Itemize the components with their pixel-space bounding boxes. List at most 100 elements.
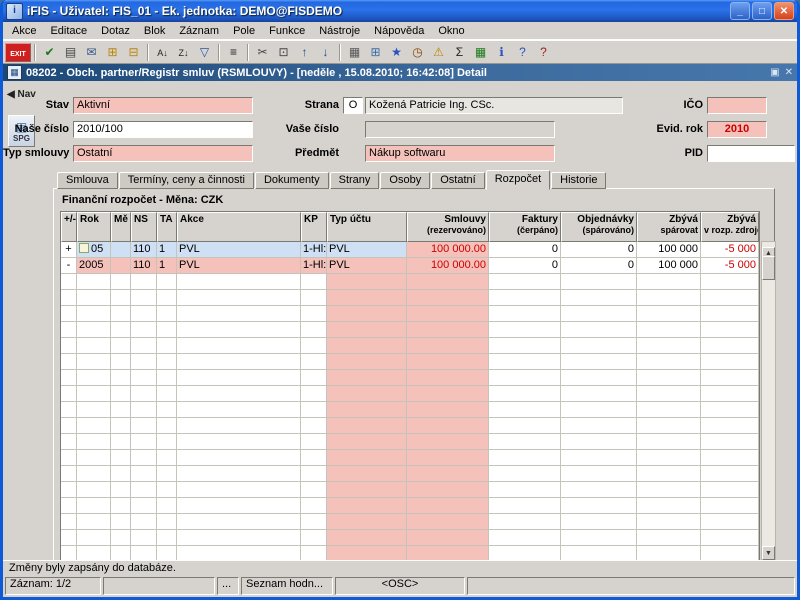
cell-ns[interactable]: 110	[131, 258, 157, 274]
menu-item-blok[interactable]: Blok	[137, 24, 172, 38]
toolbar-warning-button[interactable]: ⚠	[428, 42, 449, 62]
cell-smlouvy[interactable]: 100 000.00	[407, 258, 489, 274]
menu-item-dotaz[interactable]: Dotaz	[94, 24, 137, 38]
minimize-button[interactable]: _	[730, 2, 750, 20]
toolbar-list-button[interactable]: ≡	[223, 42, 244, 62]
cell-zbyva_zdroje[interactable]: -5 000	[701, 242, 759, 258]
tab-terminy-ceny-a-cinnosti[interactable]: Termíny, ceny a činnosti	[118, 172, 254, 189]
toolbar-sum-button[interactable]: Σ	[449, 42, 470, 62]
mdi-restore-icon[interactable]: ▣	[770, 65, 779, 80]
toolbar-help-button[interactable]: ?	[512, 42, 533, 62]
table-row	[61, 450, 759, 466]
menu-item-akce[interactable]: Akce	[5, 24, 43, 38]
cell-kp[interactable]: 1-Hl:	[301, 258, 327, 274]
tab-ostatni[interactable]: Ostatní	[431, 172, 485, 189]
cell-pm[interactable]: -	[61, 258, 77, 274]
window-titlebar[interactable]: i iFIS - Uživatel: FIS_01 - Ek. jednotka…	[3, 0, 797, 22]
cell-zbyva_sparovat[interactable]: 100 000	[637, 242, 701, 258]
predmet-field[interactable]: Nákup softwaru	[365, 145, 555, 162]
toolbar-prev-record-button[interactable]: ↑	[294, 42, 315, 62]
strana-name-field[interactable]: Kožená Patricie Ing. CSc.	[365, 97, 623, 114]
cell-zbyva_zdroje	[701, 322, 759, 338]
ico-field[interactable]	[707, 97, 767, 114]
pid-label: PID	[684, 147, 703, 159]
scrollbar-thumb[interactable]	[762, 256, 775, 280]
toolbar-folder-docs-button[interactable]: ⊟	[123, 42, 144, 62]
cell-ns[interactable]: 110	[131, 242, 157, 258]
toolbar-excel-button[interactable]: ▦	[470, 42, 491, 62]
cell-typ	[327, 386, 407, 402]
toolbar-cut-button[interactable]: ✂	[252, 42, 273, 62]
vase-cislo-field[interactable]	[365, 121, 555, 138]
menu-item-pole[interactable]: Pole	[226, 24, 262, 38]
cell-zbyva_zdroje[interactable]: -5 000	[701, 258, 759, 274]
toolbar-sort-asc-button[interactable]: A↓	[152, 42, 173, 62]
toolbar-filter-button[interactable]: ▽	[194, 42, 215, 62]
cell-rok[interactable]: 05	[77, 242, 111, 258]
toolbar-calculator-button[interactable]: ▦	[344, 42, 365, 62]
strana-code-field[interactable]: O	[343, 97, 363, 114]
cell-pm[interactable]: +	[61, 242, 77, 258]
cell-objednavky	[561, 354, 637, 370]
cell-ta[interactable]: 1	[157, 258, 177, 274]
toolbar-help2-button[interactable]: ?	[533, 42, 554, 62]
maximize-button[interactable]: □	[752, 2, 772, 20]
cell-me	[111, 402, 131, 418]
toolbar-print-button[interactable]: ▤	[60, 42, 81, 62]
cell-ta[interactable]: 1	[157, 242, 177, 258]
menu-item-editace[interactable]: Editace	[43, 24, 94, 38]
toolbar-folder-open-button[interactable]: ⊞	[102, 42, 123, 62]
menu-item-okno[interactable]: Okno	[431, 24, 471, 38]
cell-typ[interactable]: PVL	[327, 242, 407, 258]
tab-historie[interactable]: Historie	[551, 172, 607, 189]
cell-me[interactable]	[111, 242, 131, 258]
menu-item-napoveda[interactable]: Nápověda	[367, 24, 431, 38]
toolbar-mail-button[interactable]: ✉	[81, 42, 102, 62]
close-button[interactable]: ✕	[774, 2, 794, 20]
menu-item-nastroje[interactable]: Nástroje	[312, 24, 367, 38]
cell-faktury	[489, 530, 561, 546]
stav-field[interactable]: Aktivní	[73, 97, 253, 114]
toolbar-star-button[interactable]: ★	[386, 42, 407, 62]
toolbar-clock-button[interactable]: ◷	[407, 42, 428, 62]
cell-faktury[interactable]: 0	[489, 258, 561, 274]
cell-typ[interactable]: PVL	[327, 258, 407, 274]
mdi-close-icon[interactable]: ✕	[785, 65, 793, 80]
cell-akce[interactable]: PVL	[177, 258, 301, 274]
cell-ns	[131, 370, 157, 386]
cell-objednavky[interactable]: 0	[561, 258, 637, 274]
vertical-scrollbar[interactable]: ▲ ▼	[761, 241, 776, 560]
cell-me[interactable]	[111, 258, 131, 274]
tab-rozpocet[interactable]: Rozpočet	[485, 170, 551, 190]
scrollbar-down-button[interactable]: ▼	[762, 546, 775, 560]
pid-field[interactable]	[707, 145, 795, 162]
cell-akce	[177, 274, 301, 290]
menu-item-funkce[interactable]: Funkce	[262, 24, 312, 38]
typ-smlouvy-field[interactable]: Ostatní	[73, 145, 253, 162]
tab-dokumenty[interactable]: Dokumenty	[254, 172, 329, 189]
cell-akce[interactable]: PVL	[177, 242, 301, 258]
toolbar-copy-button[interactable]: ⊡	[273, 42, 294, 62]
cell-smlouvy[interactable]: 100 000.00	[407, 242, 489, 258]
evid-rok-label: Evid. rok	[656, 123, 703, 135]
cell-objednavky[interactable]: 0	[561, 242, 637, 258]
cell-kp[interactable]: 1-Hl:	[301, 242, 327, 258]
cell-zbyva_sparovat[interactable]: 100 000	[637, 258, 701, 274]
nase-cislo-field[interactable]: 2010/100	[73, 121, 253, 138]
menu-item-zaznam[interactable]: Záznam	[172, 24, 226, 38]
tab-strany[interactable]: Strany	[329, 172, 380, 189]
cell-faktury[interactable]: 0	[489, 242, 561, 258]
cell-zbyva_zdroje	[701, 274, 759, 290]
mdi-titlebar[interactable]: ▦ 08202 - Obch. partner/Registr smluv (R…	[3, 64, 797, 81]
tab-osoby[interactable]: Osoby	[380, 172, 431, 189]
cell-me	[111, 338, 131, 354]
cell-rok[interactable]: 2005	[77, 258, 111, 274]
toolbar-info-button[interactable]: ℹ	[491, 42, 512, 62]
toolbar-sort-desc-button[interactable]: Z↓	[173, 42, 194, 62]
evid-rok-field[interactable]: 2010	[707, 121, 767, 138]
toolbar-exit-button[interactable]: EXIT	[5, 42, 31, 62]
toolbar-accept-button[interactable]: ✔	[39, 42, 60, 62]
toolbar-next-record-button[interactable]: ↓	[315, 42, 336, 62]
tab-smlouva[interactable]: Smlouva	[57, 172, 118, 189]
toolbar-grid-button[interactable]: ⊞	[365, 42, 386, 62]
